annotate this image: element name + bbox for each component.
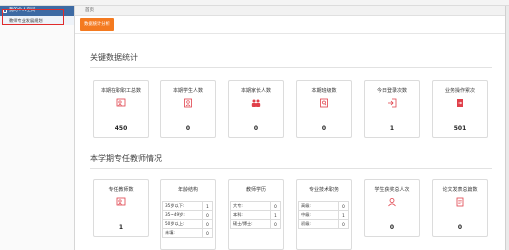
card-value: 450 — [114, 125, 128, 132]
section-title-key-stats: 关键数据统计 — [90, 53, 138, 62]
teacher-icon — [116, 197, 126, 206]
table-row: 50岁以上: 0 — [162, 219, 213, 229]
stat-card-operations: 业务操作累次 501 — [432, 80, 488, 138]
scrollbar[interactable] — [505, 6, 509, 250]
card-label: 年龄结构 — [177, 187, 198, 193]
table-row: 大专: 0 — [230, 201, 281, 211]
stat-card-students: 本期学生人数 0 — [160, 80, 216, 138]
divider — [90, 168, 492, 169]
card-value: 501 — [453, 125, 467, 132]
card-label: 本期班级数 — [311, 88, 337, 94]
table-row: 硕士/博士: 0 — [230, 219, 281, 229]
breadcrumb[interactable]: 首页 — [75, 6, 505, 16]
student-icon — [184, 98, 192, 108]
row-value: 1 — [338, 210, 349, 220]
row-label: 中级: — [298, 210, 339, 220]
card-label: 专业技术职务 — [308, 187, 339, 193]
stat-card-logins: 今日登录次数 1 — [364, 80, 420, 138]
row-value: 1 — [202, 201, 213, 211]
paper-icon — [456, 197, 464, 207]
table-row: 本科: 1 — [230, 210, 281, 220]
card-value: 0 — [389, 224, 395, 231]
card-value: 0 — [321, 125, 327, 132]
row-label: 35岁以下: — [162, 201, 203, 211]
stat-card-papers: 论文发表总篇数 0 — [432, 179, 488, 237]
titles-table: 高级: 0 中级: 1 初级: 0 — [298, 201, 349, 229]
table-row: 初级: 0 — [298, 219, 349, 229]
card-label: 学生获奖总人次 — [374, 187, 410, 193]
row-label: 硕士/博士: — [230, 219, 271, 229]
parents-icon — [251, 99, 261, 107]
card-value: 0 — [253, 125, 259, 132]
card-value: 0 — [457, 224, 463, 231]
row-label: 本科: — [230, 210, 271, 220]
stat-card-full-time-teachers: 专任教师数 1 — [93, 179, 149, 237]
row-value: 0 — [338, 201, 349, 211]
card-label: 业务操作累次 — [444, 88, 475, 94]
row-value: 0 — [270, 219, 281, 229]
table-row: 未填: 0 — [162, 228, 213, 238]
row-value: 0 — [270, 201, 281, 211]
row-value: 0 — [202, 210, 213, 220]
card-label: 专任教师数 — [108, 187, 134, 193]
award-icon — [388, 198, 396, 207]
card-label: 今日登录次数 — [376, 88, 407, 94]
table-row: 高级: 0 — [298, 201, 349, 211]
tab-strip: 数据统计分析 — [75, 16, 505, 34]
sidebar: 我的个人空间 教师专业发展规划 — [0, 6, 75, 250]
card-label: 教师学历 — [245, 187, 266, 193]
row-label: 初级: — [298, 219, 339, 229]
stat-card-awards: 学生获奖总人次 0 — [364, 179, 420, 237]
row-label: 大专: — [230, 201, 271, 211]
login-icon — [388, 98, 397, 108]
row-value: 0 — [202, 228, 213, 238]
row-label: 50岁以上: — [162, 219, 203, 229]
stat-card-staff: 本期在职职工总数 450 — [93, 80, 149, 138]
teacher-icon — [116, 98, 126, 107]
age-table: 35岁以下: 1 35~49岁: 0 50岁以上: 0 未填: 0 — [162, 201, 213, 238]
card-label: 论文发表总篇数 — [442, 187, 478, 193]
highlight-box — [2, 9, 64, 25]
row-value: 0 — [202, 219, 213, 229]
card-label: 本期学生人数 — [172, 88, 203, 94]
row-label: 高级: — [298, 201, 339, 211]
card-label: 本期在职职工总数 — [100, 88, 141, 94]
stat-card-parents: 本期家长人数 0 — [228, 80, 284, 138]
row-value: 1 — [270, 210, 281, 220]
education-table: 大专: 0 本科: 1 硕士/博士: 0 — [230, 201, 281, 229]
card-value: 0 — [185, 125, 191, 132]
row-value: 0 — [338, 219, 349, 229]
operation-icon — [457, 99, 463, 107]
stat-card-classes: 本期班级数 0 — [296, 80, 352, 138]
row-label: 未填: — [162, 228, 203, 238]
divider — [90, 67, 492, 68]
card-value: 1 — [118, 224, 124, 231]
card-value: 1 — [389, 125, 395, 132]
row-label: 35~49岁: — [162, 210, 203, 220]
table-row: 中级: 1 — [298, 210, 349, 220]
tab-data-analysis[interactable]: 数据统计分析 — [80, 18, 114, 31]
card-label: 本期家长人数 — [240, 88, 271, 94]
table-row: 35岁以下: 1 — [162, 201, 213, 211]
table-row: 35~49岁: 0 — [162, 210, 213, 220]
class-icon — [320, 98, 328, 108]
section-title-teachers: 本学期专任教师情况 — [90, 154, 162, 163]
